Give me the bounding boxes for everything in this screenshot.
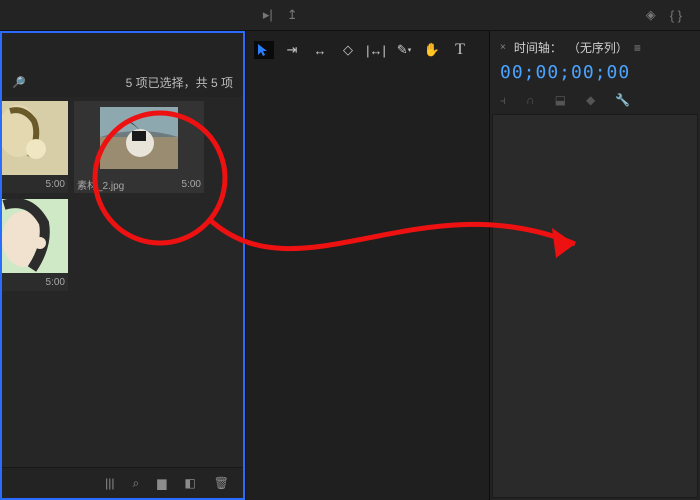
trash-icon[interactable]: 🗑: [214, 476, 229, 490]
project-panel: 🔎 5 项已选择，共 5 项 5:00: [0, 31, 245, 500]
timeline-tracks-area[interactable]: [492, 114, 698, 498]
search-icon[interactable]: ⌕: [132, 476, 139, 491]
clip-item-highlighted[interactable]: 素材_2.jpg 5:00: [74, 101, 204, 193]
track-select-icon[interactable]: ⇥: [282, 41, 302, 59]
timeline-settings-icon[interactable]: 🔧: [615, 93, 630, 108]
project-footer-toolbar: ||| ⌕ ▆ ◧ 🗑: [2, 467, 243, 498]
close-panel-icon[interactable]: ×: [500, 42, 506, 53]
selection-tool-icon[interactable]: [254, 41, 274, 59]
add-marker-icon[interactable]: ⬓: [555, 93, 566, 108]
panel-menu-icon[interactable]: ≡: [634, 41, 641, 55]
marker-pin-icon[interactable]: ◈: [646, 7, 656, 23]
clip-thumbnail: [74, 101, 204, 175]
tool-palette-panel: ⇥ ↔ ◇ |↔| ✎▾ ✋ T: [245, 31, 490, 500]
linked-selection-icon[interactable]: ∩: [526, 93, 535, 108]
type-tool-icon[interactable]: T: [450, 41, 470, 59]
snap-icon[interactable]: ⫞: [500, 93, 506, 108]
list-view-icon[interactable]: |||: [105, 476, 114, 490]
project-bin-area[interactable]: 5:00 素材_2.jpg 5:00: [2, 97, 243, 467]
new-item-icon[interactable]: ◧: [184, 476, 195, 490]
hand-tool-icon[interactable]: ✋: [422, 41, 442, 59]
ripple-edit-icon[interactable]: ↔: [310, 41, 330, 59]
clip-duration: 5:00: [182, 179, 201, 190]
selection-status: 5 项已选择，共 5 项: [126, 74, 233, 91]
timeline-label: 时间轴：: [514, 39, 562, 56]
new-bin-icon[interactable]: ▆: [157, 476, 166, 490]
marker-icon[interactable]: ◆: [586, 93, 595, 108]
timeline-panel: × 时间轴： （无序列） ≡ 00;00;00;00 ⫞ ∩ ⬓ ◆ 🔧: [490, 31, 700, 500]
clip-thumbnail: [2, 199, 68, 273]
slip-tool-icon[interactable]: |↔|: [366, 41, 386, 59]
timeline-sequence-name: （无序列）: [568, 39, 628, 56]
clip-thumbnail: [2, 101, 68, 175]
clip-duration: 5:00: [46, 277, 65, 288]
clip-duration: 5:00: [46, 179, 65, 190]
source-monitor-controls: ▸| ↥ ◈ { }: [0, 0, 700, 31]
clip-filename: 素材_2.jpg: [77, 177, 124, 192]
razor-tool-icon[interactable]: ◇: [338, 41, 358, 59]
search-placeholder[interactable]: 🔎: [12, 76, 26, 89]
shuffle-icon[interactable]: ▸|: [263, 7, 273, 23]
clip-item[interactable]: 5:00: [2, 101, 68, 193]
export-frame-icon[interactable]: ↥: [287, 7, 298, 23]
timecode-display[interactable]: 00;00;00;00: [490, 60, 700, 89]
clip-item[interactable]: 5:00: [2, 199, 68, 291]
settings-braces-icon[interactable]: { }: [670, 8, 682, 23]
pen-tool-icon[interactable]: ✎▾: [394, 41, 414, 59]
